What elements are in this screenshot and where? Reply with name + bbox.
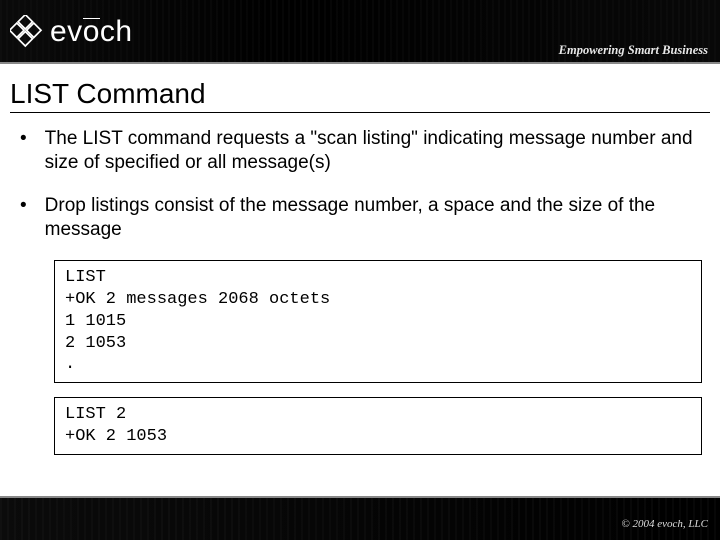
code-block: LIST +OK 2 messages 2068 octets 1 1015 2… — [54, 260, 702, 383]
bullet-list: • The LIST command requests a "scan list… — [10, 127, 710, 242]
slide-content: LIST Command • The LIST command requests… — [0, 64, 720, 455]
bullet-text: Drop listings consist of the message num… — [45, 194, 704, 243]
bullet-icon: • — [20, 127, 27, 176]
brand-name: evoch — [50, 15, 133, 49]
bullet-icon: • — [20, 194, 27, 243]
list-item: • The LIST command requests a "scan list… — [20, 127, 704, 176]
code-block: LIST 2 +OK 2 1053 — [54, 397, 702, 455]
bullet-text: The LIST command requests a "scan listin… — [45, 127, 704, 176]
brand-logo: evoch — [10, 15, 133, 49]
copyright-text: © 2004 evoch, LLC — [621, 518, 708, 530]
diamond-grid-icon — [10, 15, 44, 49]
slide-title: LIST Command — [10, 72, 710, 113]
footer-bar: © 2004 evoch, LLC — [0, 496, 720, 540]
header-bar: evoch Empowering Smart Business — [0, 0, 720, 64]
list-item: • Drop listings consist of the message n… — [20, 194, 704, 243]
brand-tagline: Empowering Smart Business — [559, 43, 708, 58]
